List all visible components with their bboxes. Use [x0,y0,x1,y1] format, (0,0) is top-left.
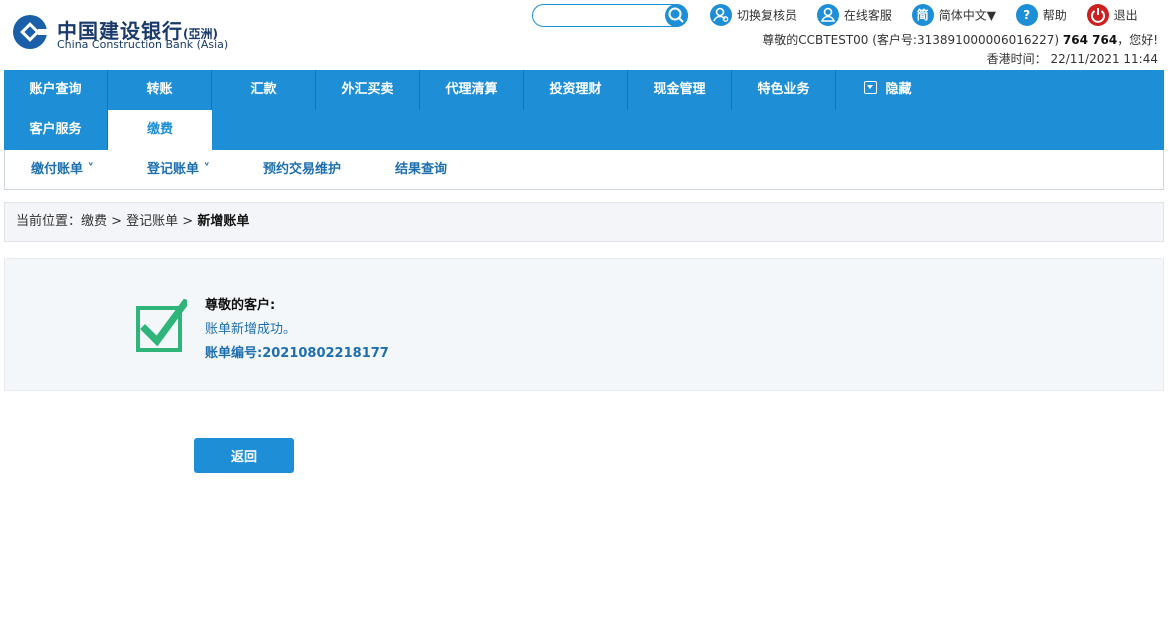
breadcrumb-current: 新增账单 [197,214,250,229]
online-service-link[interactable]: 在线客服 [816,4,892,26]
breadcrumb: 当前位置：缴费 > 登记账单 > 新增账单 [4,202,1164,242]
nav-account-inquiry[interactable]: 账户查询 [4,70,108,110]
subnav-result-inquiry[interactable]: 结果查询 [395,150,447,189]
search-icon [668,7,684,23]
language-selector[interactable]: 简简体中文▼ [911,4,996,26]
user-switch-icon [710,4,732,26]
ccb-logo[interactable]: 中国建设银行(亞洲) China Construction Bank (Asia… [12,14,272,56]
nav-remittance[interactable]: 汇款 [212,70,316,110]
hk-time: 香港时间： 22/11/2021 11:44 [986,52,1158,66]
nav-special-services[interactable]: 特色业务 [732,70,836,110]
subnav-pay-bill[interactable]: 缴付账单 ˅ [31,150,94,189]
search-box [532,4,688,27]
back-button[interactable]: 返回 [194,438,294,473]
nav-cash-management[interactable]: 现金管理 [628,70,732,110]
header: 中国建设银行(亞洲) China Construction Bank (Asia… [0,0,1172,70]
user-greeting: 尊敬的CCBTEST00 (客户号:313891000006016227) 76… [762,33,1158,47]
logout-link[interactable]: 退出 [1086,4,1138,26]
result-message: 账单新增成功。 [205,322,297,337]
nav-fx-trading[interactable]: 外汇买卖 [316,70,420,110]
main-nav: 账户查询 转账 汇款 外汇买卖 代理清算 投资理财 现金管理 特色业务 隐藏 客… [4,70,1164,150]
nav-agency-clearing[interactable]: 代理清算 [420,70,524,110]
result-panel: 尊敬的客户: 账单新增成功。 账单编号:20210802218177 [4,258,1164,391]
search-button[interactable] [665,4,688,27]
help-link[interactable]: ? 帮助 [1015,4,1067,26]
power-icon [1086,4,1109,26]
result-greeting: 尊敬的客户: [205,298,276,313]
nav-investment[interactable]: 投资理财 [524,70,628,110]
collapse-icon [864,81,878,94]
nav-hide[interactable]: 隐藏 [836,70,940,110]
top-links: 切换复核员 在线客服 简简体中文▼ ? 帮助 退出 [710,4,1154,28]
user-icon [816,4,839,26]
ccb-logo-icon [13,15,48,49]
simplified-chinese-icon: 简 [911,4,934,26]
success-check-icon [136,299,187,352]
nav-transfer[interactable]: 转账 [108,70,212,110]
sub-nav: 缴付账单 ˅ 登记账单 ˅ 预约交易维护 结果查询 [4,150,1164,190]
subnav-register-bill[interactable]: 登记账单 ˅ [147,150,210,189]
nav-customer-service[interactable]: 客户服务 [4,110,108,150]
help-icon: ? [1015,4,1038,26]
search-input[interactable] [543,8,665,25]
brand-name-en: China Construction Bank (Asia) [57,38,229,51]
nav-bill-payment[interactable]: 缴费 [108,110,212,150]
bill-number: 账单编号:20210802218177 [205,346,389,361]
switch-reviewer-link[interactable]: 切换复核员 [710,4,797,26]
subnav-scheduled-maintenance[interactable]: 预约交易维护 [263,150,341,189]
